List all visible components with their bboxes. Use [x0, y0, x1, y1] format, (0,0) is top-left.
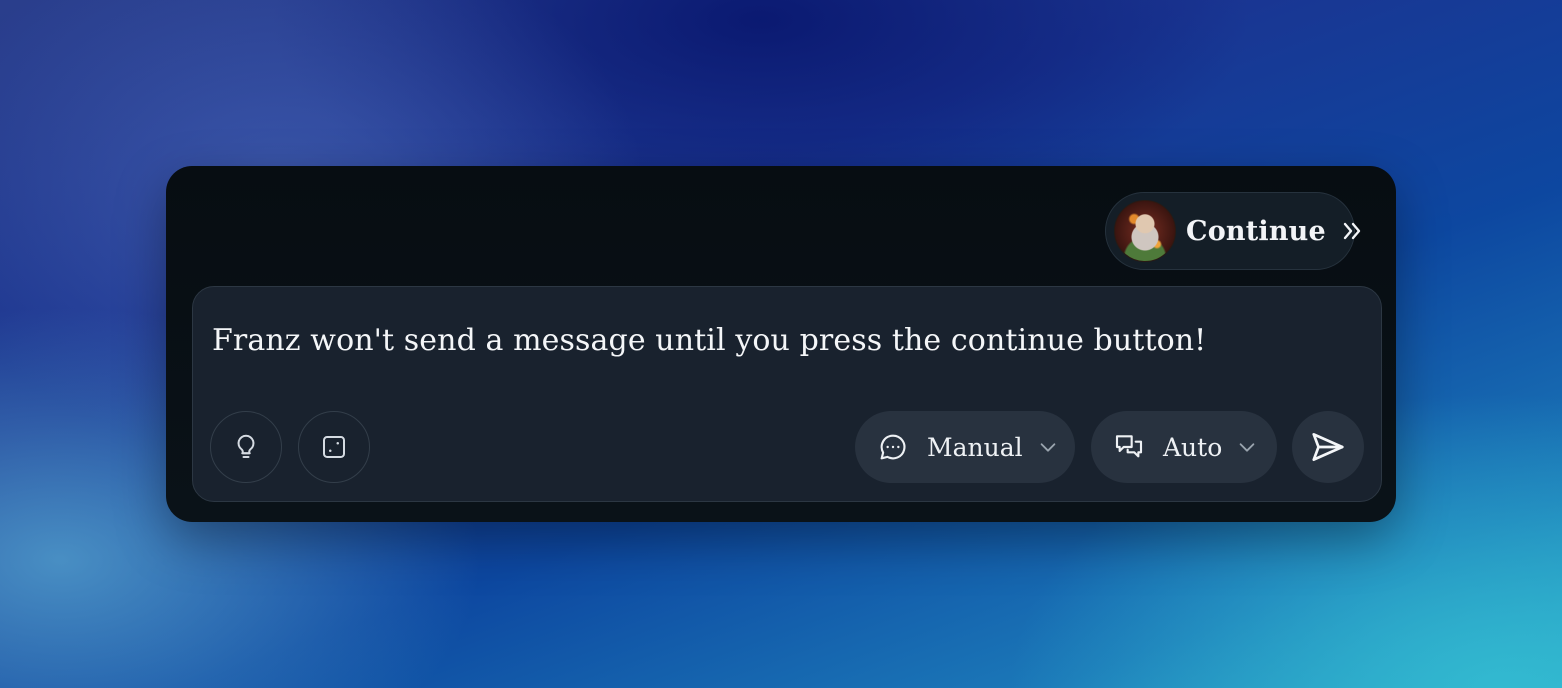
send-button[interactable] [1292, 411, 1364, 483]
continue-label: Continue [1186, 215, 1326, 247]
reply-mode-select[interactable]: Manual [855, 411, 1075, 483]
conversation-mode-select[interactable]: Auto [1091, 411, 1277, 483]
character-avatar [1114, 200, 1176, 262]
send-icon [1309, 428, 1347, 466]
continue-button[interactable]: Continue [1105, 192, 1361, 270]
message-input-box[interactable]: Franz won't send a message until you pre… [192, 286, 1382, 502]
chevron-down-icon [1236, 436, 1258, 458]
message-text[interactable]: Franz won't send a message until you pre… [212, 323, 1206, 358]
chat-bubble-icon [877, 431, 909, 463]
chat-bubbles-icon [1113, 431, 1145, 463]
chevrons-right-icon [1340, 219, 1364, 243]
conversation-mode-label: Auto [1163, 432, 1223, 462]
dice-icon [319, 432, 349, 462]
chat-composer-panel: Continue Franz won't send a message unti… [166, 166, 1396, 522]
chevron-down-icon [1037, 436, 1059, 458]
reply-mode-label: Manual [927, 432, 1023, 462]
suggestion-button[interactable] [210, 411, 282, 483]
random-button[interactable] [298, 411, 370, 483]
lightbulb-icon [231, 432, 261, 462]
